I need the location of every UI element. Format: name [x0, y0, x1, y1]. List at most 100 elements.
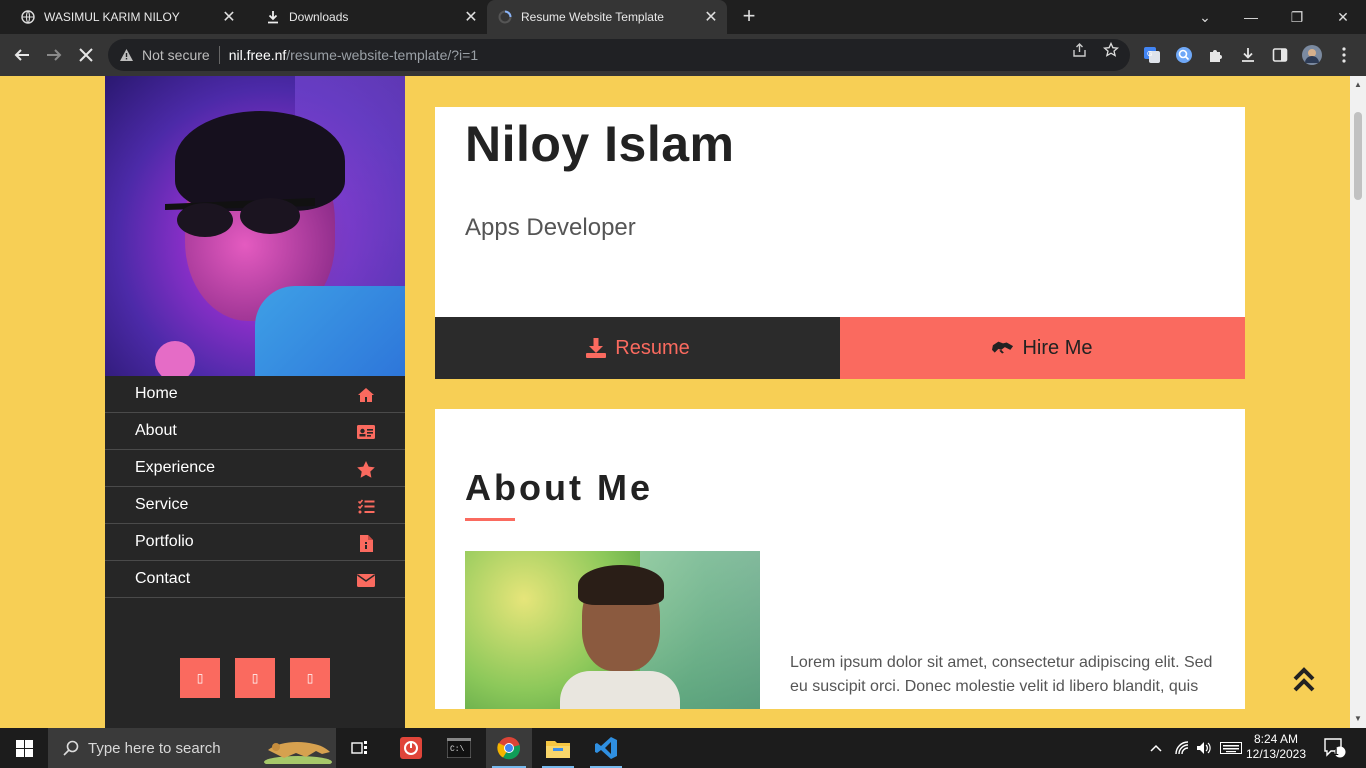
- security-status[interactable]: Not secure: [142, 47, 210, 63]
- address-bar[interactable]: Not secure nil.free.nf /resume-website-t…: [108, 39, 1130, 71]
- menu-item-about[interactable]: About: [105, 413, 405, 450]
- task-list-icon: [357, 497, 375, 515]
- new-tab-button[interactable]: +: [736, 4, 762, 30]
- social-links: ▯ ▯ ▯: [180, 658, 330, 698]
- scroll-up-arrow-icon[interactable]: ▲: [1350, 80, 1366, 89]
- menu-item-label: Home: [135, 385, 178, 402]
- tab-title: Downloads: [289, 10, 349, 24]
- menu-item-portfolio[interactable]: Portfolio: [105, 524, 405, 561]
- menu-item-label: About: [135, 422, 177, 439]
- share-icon[interactable]: [1071, 42, 1087, 58]
- browser-toolbar: Not secure nil.free.nf /resume-website-t…: [0, 34, 1366, 76]
- menu-item-experience[interactable]: Experience: [105, 450, 405, 487]
- resume-button[interactable]: Resume: [435, 317, 840, 379]
- google-translate-icon[interactable]: G: [1142, 45, 1162, 65]
- close-window-button[interactable]: ✕: [1320, 0, 1366, 34]
- download-icon: [265, 9, 281, 25]
- home-icon: [357, 386, 375, 404]
- star-icon: [357, 460, 375, 478]
- task-view-icon[interactable]: [340, 728, 380, 768]
- sidebar: Home About Experience Service Portfolio …: [105, 76, 405, 728]
- hire-me-button[interactable]: Hire Me: [840, 317, 1245, 379]
- download-icon: [585, 337, 607, 359]
- tab-downloads[interactable]: Downloads ✕: [245, 0, 487, 34]
- clock-time: 8:24 AM: [1253, 732, 1299, 746]
- menu-item-service[interactable]: Service: [105, 487, 405, 524]
- about-photo: [465, 551, 760, 709]
- menu-item-label: Contact: [135, 570, 191, 587]
- keyboard-icon[interactable]: [1218, 728, 1244, 768]
- globe-icon: [20, 9, 36, 25]
- notification-count: 1: [1333, 747, 1339, 758]
- hire-me-button-label: Hire Me: [1022, 336, 1093, 359]
- sidebar-menu: Home About Experience Service Portfolio …: [105, 376, 405, 598]
- warning-icon[interactable]: [118, 47, 134, 63]
- page-viewport: Home About Experience Service Portfolio …: [0, 76, 1350, 728]
- search-placeholder: Type here to search: [88, 739, 221, 757]
- taskbar-clock[interactable]: 8:24 AM 12/13/2023: [1244, 732, 1308, 762]
- social-icon[interactable]: ▯: [235, 658, 275, 698]
- divider: [218, 46, 220, 64]
- menu-item-label: Portfolio: [135, 533, 194, 550]
- profile-role: Apps Developer: [465, 214, 636, 241]
- close-tab-icon[interactable]: ✕: [461, 7, 481, 27]
- scrollbar-thumb[interactable]: [1354, 112, 1362, 200]
- terminal-taskbar-icon[interactable]: C:\: [438, 728, 480, 768]
- svg-text:G: G: [1147, 51, 1152, 58]
- search-highlight-icon: [264, 742, 332, 764]
- social-icon[interactable]: ▯: [290, 658, 330, 698]
- chrome-taskbar-icon[interactable]: [486, 728, 532, 768]
- side-panel-icon[interactable]: [1270, 45, 1290, 65]
- id-card-icon: [357, 423, 375, 441]
- opera-taskbar-icon[interactable]: [390, 728, 432, 768]
- about-section: About Me Lorem ipsum dolor sit amet, con…: [435, 409, 1245, 709]
- taskbar-search[interactable]: Type here to search: [48, 728, 336, 768]
- scroll-down-arrow-icon[interactable]: ▼: [1350, 714, 1366, 723]
- close-tab-icon[interactable]: ✕: [701, 7, 721, 27]
- lens-extension-icon[interactable]: [1174, 45, 1194, 65]
- section-title: About Me: [465, 467, 653, 508]
- stop-loading-button[interactable]: [72, 41, 100, 69]
- more-menu-icon[interactable]: [1334, 45, 1354, 65]
- hero-buttons: Resume Hire Me: [435, 317, 1245, 379]
- close-tab-icon[interactable]: ✕: [219, 7, 239, 27]
- url-host: nil.free.nf: [228, 47, 287, 63]
- restore-button[interactable]: ❐: [1274, 0, 1320, 34]
- social-icon[interactable]: ▯: [180, 658, 220, 698]
- tab-wasimul-karim-niloy[interactable]: WASIMUL KARIM NILOY ✕: [0, 0, 245, 34]
- menu-item-contact[interactable]: Contact: [105, 561, 405, 598]
- menu-item-label: Experience: [135, 459, 216, 476]
- clock-date: 12/13/2023: [1245, 747, 1307, 761]
- file-explorer-taskbar-icon[interactable]: [536, 728, 580, 768]
- back-button[interactable]: [8, 41, 36, 69]
- page-scrollbar[interactable]: ▲ ▼: [1350, 76, 1366, 728]
- menu-item-home[interactable]: Home: [105, 376, 405, 413]
- back-to-top-button[interactable]: [1292, 666, 1316, 696]
- extensions-puzzle-icon[interactable]: [1206, 45, 1226, 65]
- bookmark-star-icon[interactable]: [1103, 42, 1119, 58]
- file-icon: [357, 534, 375, 552]
- minimize-button[interactable]: —: [1228, 0, 1274, 34]
- profile-avatar[interactable]: [1302, 45, 1322, 65]
- tab-title: Resume Website Template: [521, 10, 664, 24]
- windows-start-icon[interactable]: [0, 728, 48, 768]
- volume-icon[interactable]: [1194, 728, 1214, 768]
- downloads-icon[interactable]: [1238, 45, 1258, 65]
- network-icon[interactable]: [1172, 728, 1194, 768]
- envelope-icon: [357, 571, 375, 589]
- resume-button-label: Resume: [615, 336, 690, 359]
- profile-name: Niloy Islam: [465, 116, 735, 172]
- forward-button[interactable]: [40, 41, 68, 69]
- tab-search-icon[interactable]: ⌄: [1182, 0, 1228, 34]
- browser-tab-strip: WASIMUL KARIM NILOY ✕ Downloads ✕ Resume…: [0, 0, 1366, 34]
- about-text: Lorem ipsum dolor sit amet, consectetur …: [790, 654, 1213, 695]
- svg-text:C:\: C:\: [450, 745, 465, 754]
- loading-icon: [497, 9, 513, 25]
- url-path: /resume-website-template/?i=1: [286, 47, 479, 63]
- show-hidden-icons-icon[interactable]: [1146, 728, 1166, 768]
- tab-resume-website-template[interactable]: Resume Website Template ✕: [487, 0, 727, 34]
- menu-item-label: Service: [135, 496, 189, 513]
- notification-center-icon[interactable]: 1: [1320, 728, 1350, 768]
- title-underline: [465, 518, 515, 521]
- vscode-taskbar-icon[interactable]: [584, 728, 628, 768]
